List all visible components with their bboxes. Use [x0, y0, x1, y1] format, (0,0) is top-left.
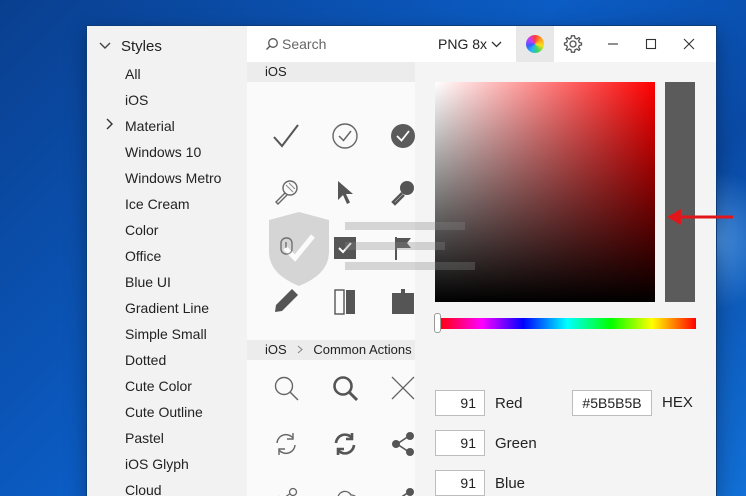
styles-sidebar: Styles All iOS Material Windows 10 Windo…: [87, 26, 247, 496]
styles-header[interactable]: Styles: [99, 34, 162, 58]
section-title: iOS: [265, 64, 287, 79]
annotation-arrow-icon: [667, 209, 733, 225]
sidebar-item-label: Cute Color: [125, 378, 192, 394]
red-row: Red: [435, 390, 523, 416]
sidebar-item-windows-metro[interactable]: Windows Metro: [87, 165, 247, 191]
blue-row: Blue: [435, 470, 525, 496]
maximize-icon: [645, 38, 657, 50]
minimize-button[interactable]: [594, 26, 632, 62]
styles-list: All iOS Material Windows 10 Windows Metr…: [87, 61, 247, 496]
sidebar-item-label: Color: [125, 222, 159, 238]
sidebar-item-material[interactable]: Material: [87, 113, 247, 139]
minimize-icon: [608, 43, 619, 45]
hex-input[interactable]: [572, 390, 652, 416]
sidebar-item-label: Blue UI: [125, 274, 171, 290]
sidebar-item-color[interactable]: Color: [87, 217, 247, 243]
hue-slider[interactable]: [438, 318, 696, 329]
sidebar-item-label: Cloud: [125, 482, 162, 496]
share-icon[interactable]: [268, 482, 304, 496]
sidebar-item-label: All: [125, 66, 141, 82]
hex-label: HEX: [662, 394, 693, 411]
sidebar-item-blue-ui[interactable]: Blue UI: [87, 269, 247, 295]
green-row: Green: [435, 430, 537, 456]
checkmark-circle-icon[interactable]: [327, 118, 363, 154]
sidebar-item-label: Simple Small: [125, 326, 207, 342]
sidebar-item-label: Pastel: [125, 430, 164, 446]
red-input[interactable]: [435, 390, 485, 416]
sidebar-item-office[interactable]: Office: [87, 243, 247, 269]
refresh-icon[interactable]: [268, 426, 304, 462]
green-label: Green: [495, 434, 537, 452]
color-preview: [665, 82, 695, 302]
breadcrumb-common-actions: Common Actions: [313, 342, 412, 357]
blue-label: Blue: [495, 474, 526, 492]
sidebar-item-label: Material: [125, 118, 175, 134]
sidebar-item-label: Cute Outline: [125, 404, 203, 420]
sidebar-item-ios-glyph[interactable]: iOS Glyph: [87, 451, 247, 477]
green-input[interactable]: [435, 430, 485, 456]
search-icon: [266, 38, 278, 50]
blue-input[interactable]: [435, 470, 485, 496]
settings-button[interactable]: [554, 26, 592, 62]
sidebar-item-label: Gradient Line: [125, 300, 210, 316]
sidebar-item-gradient-line[interactable]: Gradient Line: [87, 295, 247, 321]
chevron-right-icon: [297, 345, 306, 357]
chevron-down-icon: [491, 41, 502, 47]
hue-slider-thumb[interactable]: [434, 313, 441, 333]
sidebar-item-label: iOS: [125, 92, 149, 108]
checkmark-icon[interactable]: [268, 118, 304, 154]
microphone-icon[interactable]: [268, 174, 304, 210]
refresh-bold-icon[interactable]: [327, 426, 363, 462]
section-header-common-actions: iOS Common Actions: [247, 340, 415, 360]
search-box[interactable]: [247, 36, 417, 52]
styles-header-label: Styles: [121, 37, 162, 55]
maximize-button[interactable]: [632, 26, 670, 62]
search-input[interactable]: [282, 36, 402, 52]
sidebar-item-simple-small[interactable]: Simple Small: [87, 321, 247, 347]
sidebar-item-label: Office: [125, 248, 162, 264]
format-dropdown[interactable]: PNG 8x: [438, 36, 502, 52]
watermark-logo: [269, 212, 475, 286]
color-picker-button[interactable]: [516, 26, 555, 62]
pencil-icon[interactable]: [268, 286, 304, 316]
close-button[interactable]: [670, 26, 708, 62]
sidebar-item-pastel[interactable]: Pastel: [87, 425, 247, 451]
red-label: Red: [495, 394, 523, 412]
top-toolbar: PNG 8x: [247, 26, 716, 62]
format-value: PNG 8x: [438, 36, 488, 52]
sidebar-item-label: Ice Cream: [125, 196, 190, 212]
battery-icon[interactable]: [327, 286, 363, 316]
sidebar-item-label: iOS Glyph: [125, 456, 189, 472]
sidebar-item-label: Windows Metro: [125, 170, 222, 186]
chevron-down-icon: [99, 39, 121, 53]
search-icon[interactable]: [268, 370, 304, 406]
sidebar-item-all[interactable]: All: [87, 61, 247, 87]
sidebar-item-ice-cream[interactable]: Ice Cream: [87, 191, 247, 217]
cloud-download-icon[interactable]: [327, 482, 363, 496]
breadcrumb-ios[interactable]: iOS: [265, 342, 287, 357]
sidebar-item-cute-outline[interactable]: Cute Outline: [87, 399, 247, 425]
sidebar-item-ios[interactable]: iOS: [87, 87, 247, 113]
sidebar-item-cloud[interactable]: Cloud: [87, 477, 247, 496]
color-wheel-icon: [526, 35, 545, 53]
chevron-right-icon[interactable]: [106, 113, 114, 139]
sidebar-item-label: Dotted: [125, 352, 167, 368]
search-bold-icon[interactable]: [327, 370, 363, 406]
section-header-ios: iOS: [247, 62, 415, 82]
gear-icon: [563, 35, 583, 53]
close-icon: [683, 38, 695, 50]
sidebar-item-windows-10[interactable]: Windows 10: [87, 139, 247, 165]
sidebar-item-dotted[interactable]: Dotted: [87, 347, 247, 373]
sidebar-item-label: Windows 10: [125, 144, 202, 160]
sidebar-item-cute-color[interactable]: Cute Color: [87, 373, 247, 399]
cursor-icon[interactable]: [327, 174, 363, 210]
